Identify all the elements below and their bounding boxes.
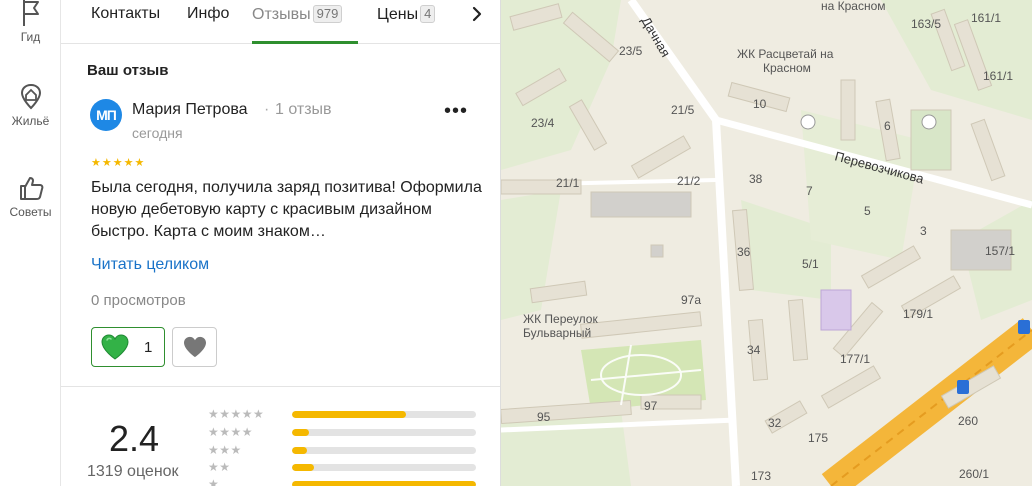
distribution-bar bbox=[292, 464, 476, 471]
map-canvas[interactable]: Дачная Перевозчикова на Красном ЖК Расцв… bbox=[501, 0, 1032, 486]
house-number: 173 bbox=[751, 469, 771, 483]
author-separator: · bbox=[264, 101, 270, 118]
tab-contacts[interactable]: Контакты bbox=[91, 5, 160, 23]
rail-label-housing: Жильё bbox=[11, 114, 50, 128]
distribution-bar bbox=[292, 411, 476, 418]
house-number: 36 bbox=[737, 245, 751, 259]
avatar[interactable]: МП bbox=[90, 99, 122, 131]
house-number: 179/1 bbox=[903, 307, 933, 321]
rail-item-guide[interactable]: Гид bbox=[0, 0, 61, 44]
active-tab-indicator bbox=[252, 41, 358, 44]
house-number: 10 bbox=[753, 97, 767, 111]
organization-panel: Контакты Инфо Отзывы 979 Цены 4 Ваш отзыв … bbox=[61, 0, 501, 486]
chevron-right-icon[interactable] bbox=[468, 5, 486, 23]
distribution-bar bbox=[292, 481, 476, 486]
rating-value: 2.4 bbox=[109, 418, 160, 459]
distribution-stars: ★ bbox=[208, 477, 220, 486]
map-place-label: на Красном bbox=[821, 0, 886, 13]
review-stars: ★★★★★ bbox=[91, 157, 146, 169]
heart-icon bbox=[101, 334, 129, 360]
house-number: 21/1 bbox=[556, 176, 580, 190]
tab-reviews-count: 979 bbox=[312, 5, 343, 23]
house-number: 97а bbox=[681, 293, 701, 307]
house-number: 6 bbox=[884, 119, 891, 133]
left-rail: Гид Жильё Советы bbox=[0, 0, 61, 486]
house-number: 21/2 bbox=[677, 174, 701, 188]
tab-prices[interactable]: Цены 4 bbox=[377, 5, 436, 24]
house-number: 177/1 bbox=[840, 352, 870, 366]
house-number: 34 bbox=[747, 343, 761, 357]
tab-contacts-label: Контакты bbox=[91, 5, 161, 22]
review-author[interactable]: Мария Петрова bbox=[132, 101, 248, 119]
author-review-count: 1 отзыв bbox=[275, 101, 332, 118]
house-number: 175 bbox=[808, 431, 828, 445]
house-number: 38 bbox=[749, 172, 763, 186]
section-title: Ваш отзыв bbox=[87, 62, 169, 79]
map-place-label: Бульварный bbox=[523, 326, 591, 340]
house-number: 5 bbox=[864, 204, 871, 218]
review-date: сегодня bbox=[132, 125, 183, 141]
heart-outline-icon bbox=[183, 336, 206, 358]
rail-item-tips[interactable]: Советы bbox=[0, 173, 61, 219]
distribution-bar bbox=[292, 447, 476, 454]
house-number: 260/1 bbox=[959, 467, 989, 481]
rail-label-guide: Гид bbox=[20, 30, 41, 44]
distribution-stars: ★★ bbox=[208, 460, 231, 474]
map-place-label: ЖК Расцветай на bbox=[737, 47, 834, 61]
house-number: 97 bbox=[644, 399, 658, 413]
distribution-bar-fill bbox=[292, 481, 476, 486]
tab-reviews[interactable]: Отзывы 979 bbox=[252, 5, 343, 24]
section-divider bbox=[61, 386, 500, 387]
house-number: 21/5 bbox=[671, 103, 695, 117]
tab-info[interactable]: Инфо bbox=[187, 5, 229, 23]
map-view[interactable]: Дачная Перевозчикова на Красном ЖК Расцв… bbox=[501, 0, 1032, 486]
house-number: 163/5 bbox=[911, 17, 941, 31]
house-number: 5/1 bbox=[802, 257, 819, 271]
thumbs-up-icon bbox=[19, 177, 43, 200]
distribution-bar-fill bbox=[292, 464, 315, 471]
flag-icon bbox=[22, 0, 39, 26]
distribution-stars: ★★★ bbox=[208, 443, 242, 457]
map-place-label: Красном bbox=[763, 61, 811, 75]
distribution-bar-fill bbox=[292, 447, 307, 454]
rail-label-tips: Советы bbox=[9, 205, 52, 219]
house-number: 23/4 bbox=[531, 116, 555, 130]
rating-count: 1319 оценок bbox=[87, 463, 179, 480]
like-button[interactable]: 1 bbox=[91, 327, 165, 367]
tab-prices-label: Цены bbox=[377, 6, 419, 23]
review-views: 0 просмотров bbox=[91, 292, 186, 309]
house-number: 161/1 bbox=[971, 11, 1001, 25]
distribution-bar-fill bbox=[292, 429, 309, 436]
tab-info-label: Инфо bbox=[187, 5, 230, 22]
distribution-stars: ★★★★★ bbox=[208, 407, 265, 421]
house-number: 7 bbox=[806, 184, 813, 198]
tab-bar: Контакты Инфо Отзывы 979 Цены 4 bbox=[61, 0, 500, 44]
house-pin-icon bbox=[20, 83, 41, 110]
house-number: 32 bbox=[768, 416, 782, 430]
tab-reviews-label: Отзывы bbox=[252, 6, 311, 23]
distribution-bar-fill bbox=[292, 411, 407, 418]
house-number: 95 bbox=[537, 410, 551, 424]
favorite-button[interactable] bbox=[172, 327, 217, 367]
distribution-bar bbox=[292, 429, 476, 436]
house-number: 260 bbox=[958, 414, 978, 428]
like-count: 1 bbox=[144, 338, 153, 356]
more-options-icon[interactable]: ••• bbox=[442, 101, 470, 124]
distribution-stars: ★★★★ bbox=[208, 425, 254, 439]
tab-prices-count: 4 bbox=[420, 5, 436, 23]
house-number: 161/1 bbox=[983, 69, 1013, 83]
house-number: 3 bbox=[920, 224, 927, 238]
house-number: 23/5 bbox=[619, 44, 643, 58]
rail-item-housing[interactable]: Жильё bbox=[0, 82, 61, 128]
map-place-label: ЖК Переулок bbox=[523, 312, 598, 326]
read-more-link[interactable]: Читать целиком bbox=[91, 256, 209, 274]
review-text: Была сегодня, получила заряд позитива! О… bbox=[91, 179, 482, 240]
house-number: 157/1 bbox=[985, 244, 1015, 258]
